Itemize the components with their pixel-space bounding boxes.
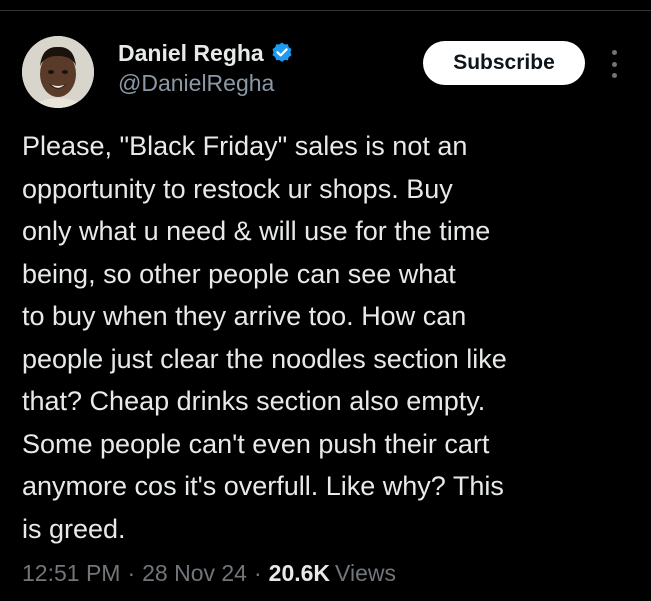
tweet-line: opportunity to restock ur shops. Buy <box>22 173 453 204</box>
more-dot <box>611 61 617 67</box>
tweet-line: to buy when they arrive too. How can <box>22 301 467 331</box>
tweet-line: being, so other people can see what <box>22 258 456 289</box>
tweet-date[interactable]: 28 Nov 24 <box>142 560 247 587</box>
author-block: Daniel Regha @DanielRegha <box>118 38 294 97</box>
tweet-meta: 12:51 PM · 28 Nov 24 · 20.6K Views <box>22 560 396 587</box>
tweet-text: Please, "Black Friday" sales is not an o… <box>22 125 642 550</box>
views-count[interactable]: 20.6K <box>269 560 330 587</box>
verified-badge-icon[interactable] <box>270 41 294 65</box>
display-name[interactable]: Daniel Regha <box>118 40 264 67</box>
name-row: Daniel Regha <box>118 38 294 68</box>
tweet-line: people just clear the noodles section li… <box>22 343 507 374</box>
avatar-photo <box>22 36 94 108</box>
more-vertical-icon[interactable] <box>604 50 624 78</box>
tweet-line: that? Cheap drinks section also empty. <box>22 386 486 416</box>
tweet-line: Please, "Black Friday" sales is not an <box>22 131 468 161</box>
meta-separator: · <box>127 560 136 586</box>
tweet-line: is greed. <box>22 513 126 544</box>
tweet-time[interactable]: 12:51 PM <box>22 560 120 587</box>
top-divider <box>0 0 651 11</box>
more-dot <box>611 50 617 55</box>
more-dot <box>611 73 617 78</box>
tweet-line: only what u need & will use for the time <box>22 216 491 246</box>
views-label: Views <box>335 560 396 586</box>
subscribe-button[interactable]: Subscribe <box>423 41 585 85</box>
tweet-line: anymore cos it's overfull. Like why? Thi… <box>22 471 504 501</box>
tweet-line: Some people can't even push their cart <box>22 428 490 459</box>
user-handle[interactable]: @DanielRegha <box>118 70 294 97</box>
meta-separator: · <box>253 560 262 586</box>
avatar[interactable] <box>22 36 94 108</box>
